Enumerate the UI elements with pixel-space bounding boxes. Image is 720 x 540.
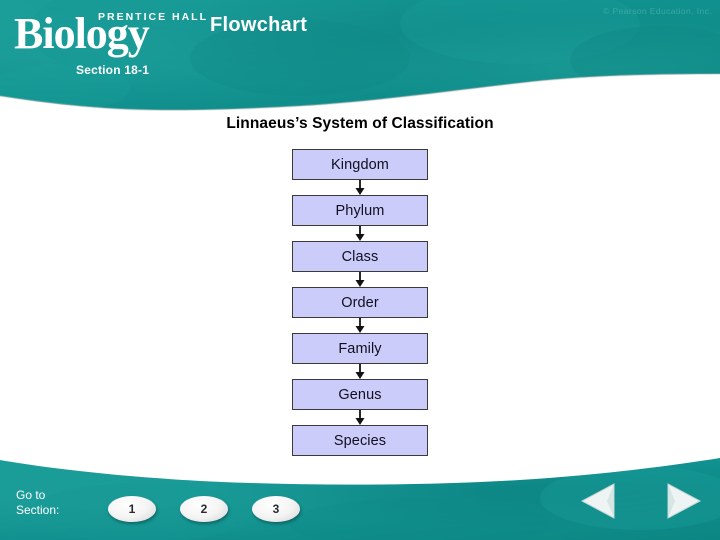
flow-step: Species — [292, 425, 428, 456]
slide-canvas: PRENTICE HALL Biology Section 18-1 Flowc… — [0, 0, 720, 540]
goto-line-1: Go to — [16, 488, 46, 502]
flow-arrow-icon — [355, 410, 365, 425]
flow-step: Phylum — [292, 195, 428, 226]
flow-step: Family — [292, 333, 428, 364]
flow-arrow-icon — [355, 180, 365, 195]
brand-name: Biology — [14, 9, 150, 58]
section-button-1[interactable]: 1 — [108, 496, 156, 522]
resource-type-title: Flowchart — [210, 14, 308, 36]
flow-arrow-icon — [355, 318, 365, 333]
section-button-group: 1 2 3 — [108, 496, 308, 524]
classification-flowchart: Kingdom Phylum Class Order Family Genus … — [292, 149, 428, 456]
flow-arrow-icon — [355, 272, 365, 287]
flow-box-kingdom: Kingdom — [292, 149, 428, 180]
biology-logo: PRENTICE HALL Biology — [14, 6, 206, 64]
flow-step: Genus — [292, 379, 428, 410]
flow-box-species: Species — [292, 425, 428, 456]
flow-box-genus: Genus — [292, 379, 428, 410]
section-button-3[interactable]: 3 — [252, 496, 300, 522]
triangle-left-icon[interactable] — [576, 478, 622, 524]
flow-step: Kingdom — [292, 149, 428, 180]
flow-arrow-icon — [355, 364, 365, 379]
section-label: Section 18-1 — [76, 63, 150, 77]
flow-box-family: Family — [292, 333, 428, 364]
navigation-arrows — [576, 478, 706, 526]
copyright-notice: © Pearson Education, Inc. — [603, 6, 712, 16]
flow-box-phylum: Phylum — [292, 195, 428, 226]
flow-arrow-icon — [355, 226, 365, 241]
flow-box-class: Class — [292, 241, 428, 272]
goto-section-label: Go to Section: — [16, 488, 59, 518]
page-title: Linnaeus’s System of Classification — [226, 115, 494, 132]
goto-line-2: Section: — [16, 503, 60, 517]
flow-step: Class — [292, 241, 428, 272]
triangle-right-icon[interactable] — [660, 478, 706, 524]
flow-step: Order — [292, 287, 428, 318]
flow-box-order: Order — [292, 287, 428, 318]
section-button-2[interactable]: 2 — [180, 496, 228, 522]
